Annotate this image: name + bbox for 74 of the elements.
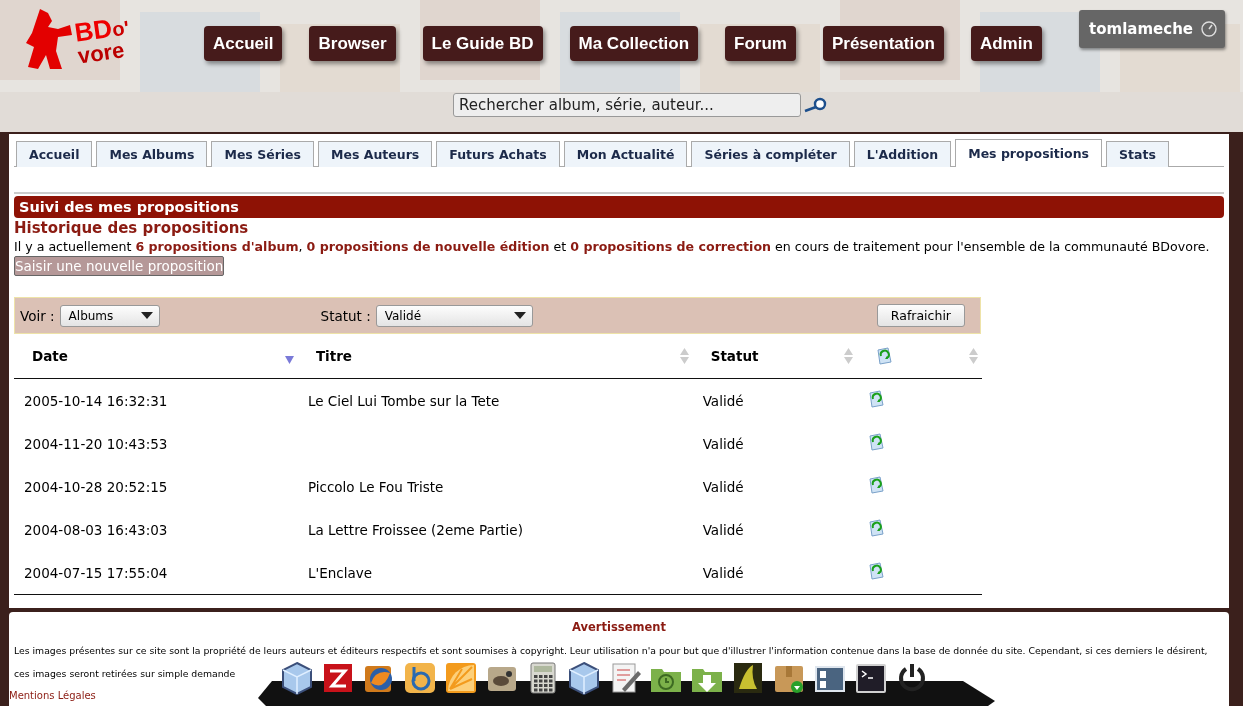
tab[interactable]: Mes Auteurs <box>318 141 433 167</box>
dropdown-value: Validé <box>384 308 422 323</box>
tab[interactable]: Stats <box>1106 141 1169 167</box>
proposal-icon[interactable] <box>866 433 885 451</box>
tab[interactable]: Mon Actualité <box>563 141 688 167</box>
summary-text: Il y a actuellement 6 propositions d'album, 0 propositions de nouvelle édition et 0 propositions de correction en cours de traitement pour l'ensemble de la communauté BDovore. <box>14 239 1211 254</box>
footer-text: ces images seront retirées sur simple demande <box>14 667 236 680</box>
letter-b-icon[interactable] <box>403 661 437 695</box>
dropdown-value: Albums <box>68 308 114 323</box>
letter-z-icon[interactable] <box>321 661 355 695</box>
date-cell: 2005-10-14 16:32:31 <box>24 392 168 409</box>
nav-button[interactable]: Le Guide BD <box>422 26 543 61</box>
citrus-slice-icon[interactable] <box>444 661 478 695</box>
nav-button[interactable]: Ma Collection <box>569 26 699 61</box>
tab[interactable]: Mes propositions <box>955 139 1103 167</box>
section-subtitle: Historique des propositions <box>14 219 250 237</box>
cube-icon[interactable] <box>567 661 601 695</box>
sort-descending-icon[interactable] <box>284 356 294 364</box>
nav-button[interactable]: Accueil <box>204 26 283 61</box>
title-cell: La Lettre Froissee (2eme Partie) <box>307 521 523 538</box>
proposal-icon[interactable] <box>866 519 885 537</box>
tab[interactable]: Séries à compléter <box>691 141 850 167</box>
tab[interactable]: Accueil <box>16 141 93 167</box>
proposal-icon[interactable] <box>866 476 885 494</box>
nav-button[interactable]: Browser <box>309 26 396 61</box>
date-cell: 2004-08-03 16:43:03 <box>24 521 168 538</box>
status-cell: Validé <box>702 392 744 409</box>
column-header[interactable]: Titre <box>315 348 693 364</box>
filter-label: Statut : <box>320 307 371 324</box>
refresh-button[interactable]: Rafraichir <box>876 304 965 327</box>
caret-icon <box>140 312 153 319</box>
footer-title: Avertissement <box>571 620 667 634</box>
filter-label: Voir : <box>20 307 55 324</box>
search-icon[interactable] <box>803 97 827 113</box>
column-header[interactable]: Statut <box>710 348 857 364</box>
date-cell: 2004-07-15 17:55:04 <box>24 564 168 581</box>
section-title: Suivi des mes propositions <box>14 196 1224 218</box>
user-menu[interactable]: tomlameche <box>1079 10 1225 48</box>
cube-icon[interactable] <box>280 661 314 695</box>
user-name: tomlameche <box>1089 20 1193 38</box>
site-logo[interactable]: BD o' vore <box>22 5 172 75</box>
column-header[interactable]: Date <box>32 348 298 364</box>
date-cell: 2004-11-20 10:43:53 <box>24 435 168 452</box>
status-dropdown[interactable]: Validé <box>375 304 533 327</box>
date-cell: 2004-10-28 20:52:15 <box>24 478 168 495</box>
column-title: Statut <box>710 348 759 364</box>
tab[interactable]: L'Addition <box>853 141 952 167</box>
proposal-header-icon <box>874 347 893 365</box>
nav-button[interactable]: Forum <box>725 26 796 61</box>
nav-button[interactable]: Admin <box>970 26 1042 61</box>
terminal-icon[interactable] <box>854 661 888 695</box>
proposal-icon[interactable] <box>866 562 885 580</box>
logo-text: BD o' vore <box>72 12 132 68</box>
legal-link[interactable]: Mentions Légales <box>9 689 96 702</box>
nav-button[interactable]: Présentation <box>822 26 944 61</box>
column-title: Titre <box>315 348 352 364</box>
status-cell: Validé <box>702 435 744 452</box>
caret-icon <box>513 312 526 319</box>
tab[interactable]: Futurs Achats <box>436 141 560 167</box>
column-title: Date <box>32 348 68 364</box>
tab[interactable]: Mes Albums <box>96 141 208 167</box>
title-cell: Piccolo Le Fou Triste <box>307 478 444 495</box>
clock-icon <box>1201 21 1217 37</box>
status-cell: Validé <box>702 564 744 581</box>
view-dropdown[interactable]: Albums <box>59 304 160 327</box>
proposal-icon[interactable] <box>866 390 885 408</box>
footer-text: Les images présentes sur ce site sont la propriété de leurs auteurs et éditeurs respectifs et sont soumises à copyright. Leur utilisation n'a pour but que d'illustrer l'information contenue dans la base de donnée du site. Cependant, si ces derniers le désirent, <box>14 644 1208 657</box>
status-cell: Validé <box>702 478 744 495</box>
status-cell: Validé <box>702 521 744 538</box>
tab[interactable]: Mes Séries <box>211 141 314 167</box>
search-field[interactable]: Rechercher album, série, auteur... <box>453 93 801 117</box>
title-cell: L'Enclave <box>307 564 372 581</box>
image-icon[interactable] <box>731 661 765 695</box>
title-cell: Le Ciel Lui Tombe sur la Tete <box>307 392 500 409</box>
